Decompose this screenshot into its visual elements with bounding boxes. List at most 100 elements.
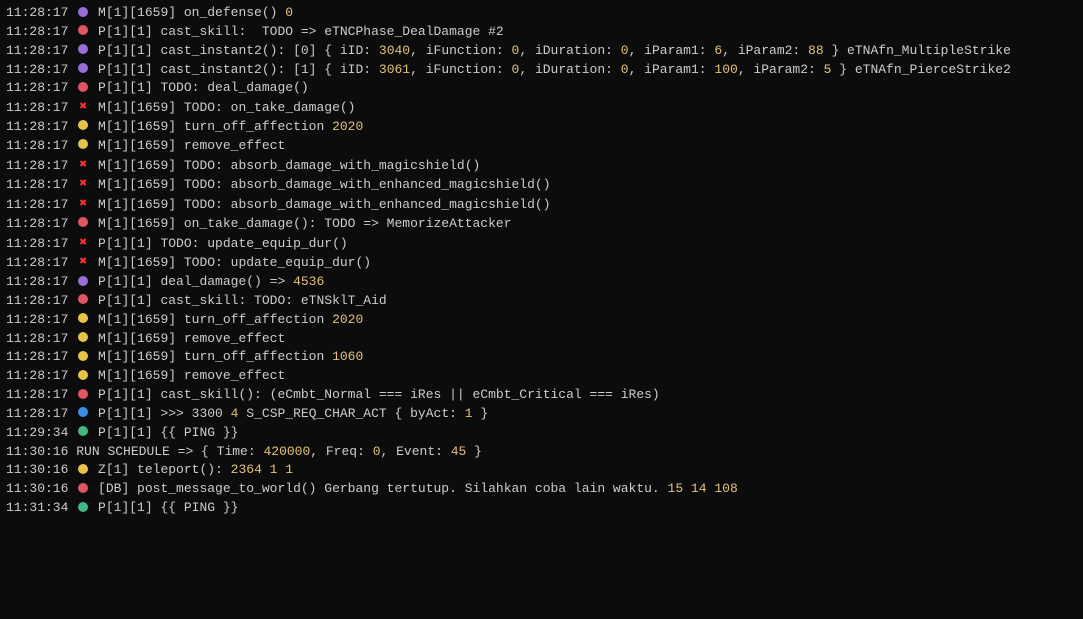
timestamp: 11:28:17: [6, 293, 68, 308]
log-number: 45: [451, 444, 467, 459]
log-text: P[1][1] {{ PING }}: [90, 500, 238, 515]
yellow-dot-icon: [78, 139, 88, 149]
log-number: 3061: [379, 62, 410, 77]
cross-icon: ✖: [76, 234, 90, 253]
log-line: 11:31:34 P[1][1] {{ PING }}: [6, 499, 1077, 518]
log-text: P[1][1] cast_instant2(): [1] { iID:: [90, 62, 379, 77]
red-dot-icon: [78, 389, 88, 399]
log-line: 11:28:17 P[1][1] cast_instant2(): [0] { …: [6, 42, 1077, 61]
red-dot-icon: [78, 294, 88, 304]
log-text: , iDuration:: [519, 43, 620, 58]
timestamp: 11:30:16: [6, 481, 68, 496]
timestamp: 11:28:17: [6, 119, 68, 134]
cross-icon: ✖: [76, 195, 90, 214]
log-text: , iDuration:: [519, 62, 620, 77]
log-text: M[1][1659] turn_off_affection: [90, 119, 332, 134]
log-text: , iParam1:: [629, 43, 715, 58]
log-line: 11:28:17 P[1][1] cast_instant2(): [1] { …: [6, 61, 1077, 80]
log-text: , iFunction:: [410, 62, 511, 77]
timestamp: 11:28:17: [6, 197, 68, 212]
log-number: 1: [465, 406, 473, 421]
log-text: P[1][1] cast_skill(): (eCmbt_Normal === …: [90, 387, 660, 402]
cross-icon: ✖: [76, 98, 90, 117]
green-dot-icon: [78, 502, 88, 512]
log-text: , iParam2:: [738, 62, 824, 77]
log-output: 11:28:17 M[1][1659] on_defense() 011:28:…: [6, 4, 1077, 518]
yellow-dot-icon: [78, 464, 88, 474]
cross-icon: ✖: [76, 253, 90, 272]
log-text: M[1][1659] remove_effect: [90, 368, 285, 383]
log-line: 11:28:17 M[1][1659] turn_off_affection 2…: [6, 118, 1077, 137]
red-dot-icon: [78, 483, 88, 493]
log-text: } eTNAfn_MultipleStrike: [824, 43, 1011, 58]
purple-dot-icon: [78, 63, 88, 73]
log-line: 11:28:17 M[1][1659] turn_off_affection 2…: [6, 311, 1077, 330]
log-text: M[1][1659] on_defense(): [90, 5, 285, 20]
log-line: 11:29:34 P[1][1] {{ PING }}: [6, 424, 1077, 443]
timestamp: 11:28:17: [6, 138, 68, 153]
log-line: 11:28:17 ✖ M[1][1659] TODO: update_equip…: [6, 253, 1077, 273]
log-line: 11:28:17 P[1][1] cast_skill: TODO: eTNSk…: [6, 292, 1077, 311]
log-line: 11:28:17 ✖ M[1][1659] TODO: absorb_damag…: [6, 175, 1077, 195]
log-text: M[1][1659] TODO: absorb_damage_with_enha…: [90, 197, 550, 212]
yellow-dot-icon: [78, 370, 88, 380]
log-number: 88: [808, 43, 824, 58]
red-dot-icon: [78, 82, 88, 92]
log-line: 11:28:17 ✖ M[1][1659] TODO: absorb_damag…: [6, 195, 1077, 215]
timestamp: 11:28:17: [6, 5, 68, 20]
yellow-dot-icon: [78, 332, 88, 342]
timestamp: 11:28:17: [6, 216, 68, 231]
log-line: 11:28:17 P[1][1] deal_damage() => 4536: [6, 273, 1077, 292]
log-line: 11:28:17 P[1][1] TODO: deal_damage(): [6, 79, 1077, 98]
timestamp: 11:28:17: [6, 349, 68, 364]
log-text: , iFunction:: [410, 43, 511, 58]
log-text: P[1][1] >>> 3300: [90, 406, 230, 421]
log-text: M[1][1659] turn_off_affection: [90, 312, 332, 327]
red-dot-icon: [78, 217, 88, 227]
log-text: P[1][1] cast_skill: TODO => eTNCPhase_De…: [90, 24, 503, 39]
log-text: M[1][1659] remove_effect: [90, 331, 285, 346]
log-text: [DB] post_message_to_world() Gerbang ter…: [90, 481, 667, 496]
timestamp: 11:28:17: [6, 100, 68, 115]
log-text: , Freq:: [310, 444, 372, 459]
blue-dot-icon: [78, 407, 88, 417]
log-number: 4536: [293, 274, 324, 289]
log-line: 11:30:16 Z[1] teleport(): 2364 1 1: [6, 461, 1077, 480]
log-line: 11:28:17 M[1][1659] remove_effect: [6, 330, 1077, 349]
purple-dot-icon: [78, 276, 88, 286]
yellow-dot-icon: [78, 351, 88, 361]
log-text: Z[1] teleport():: [90, 462, 230, 477]
log-text: P[1][1] deal_damage() =>: [90, 274, 293, 289]
log-line: 11:28:17 M[1][1659] remove_effect: [6, 137, 1077, 156]
log-text: }: [466, 444, 482, 459]
timestamp: 11:30:16: [6, 462, 68, 477]
timestamp: 11:28:17: [6, 255, 68, 270]
log-number: 1060: [332, 349, 363, 364]
log-line: 11:28:17 ✖ M[1][1659] TODO: absorb_damag…: [6, 156, 1077, 176]
log-number: 0: [621, 62, 629, 77]
log-text: } eTNAfn_PierceStrike2: [831, 62, 1010, 77]
log-number: 420000: [263, 444, 310, 459]
log-line: 11:28:17 M[1][1659] on_defense() 0: [6, 4, 1077, 23]
green-dot-icon: [78, 426, 88, 436]
log-text: M[1][1659] TODO: on_take_damage(): [90, 100, 355, 115]
timestamp: 11:30:16: [6, 444, 68, 459]
timestamp: 11:28:17: [6, 24, 68, 39]
log-text: P[1][1] TODO: update_equip_dur(): [90, 235, 347, 250]
log-text: , Event:: [381, 444, 451, 459]
timestamp: 11:28:17: [6, 157, 68, 172]
purple-dot-icon: [78, 44, 88, 54]
log-text: RUN SCHEDULE => { Time:: [76, 444, 263, 459]
log-text: M[1][1659] TODO: absorb_damage_with_enha…: [90, 177, 550, 192]
log-text: M[1][1659] TODO: absorb_damage_with_magi…: [90, 157, 480, 172]
timestamp: 11:28:17: [6, 80, 68, 95]
timestamp: 11:28:17: [6, 331, 68, 346]
log-text: M[1][1659] TODO: update_equip_dur(): [90, 255, 371, 270]
log-text: M[1][1659] on_take_damage(): TODO => Mem…: [90, 216, 511, 231]
timestamp: 11:28:17: [6, 62, 68, 77]
timestamp: 11:28:17: [6, 368, 68, 383]
timestamp: 11:28:17: [6, 177, 68, 192]
log-number: 0: [373, 444, 381, 459]
log-text: M[1][1659] remove_effect: [90, 138, 285, 153]
log-number: 2020: [332, 312, 363, 327]
